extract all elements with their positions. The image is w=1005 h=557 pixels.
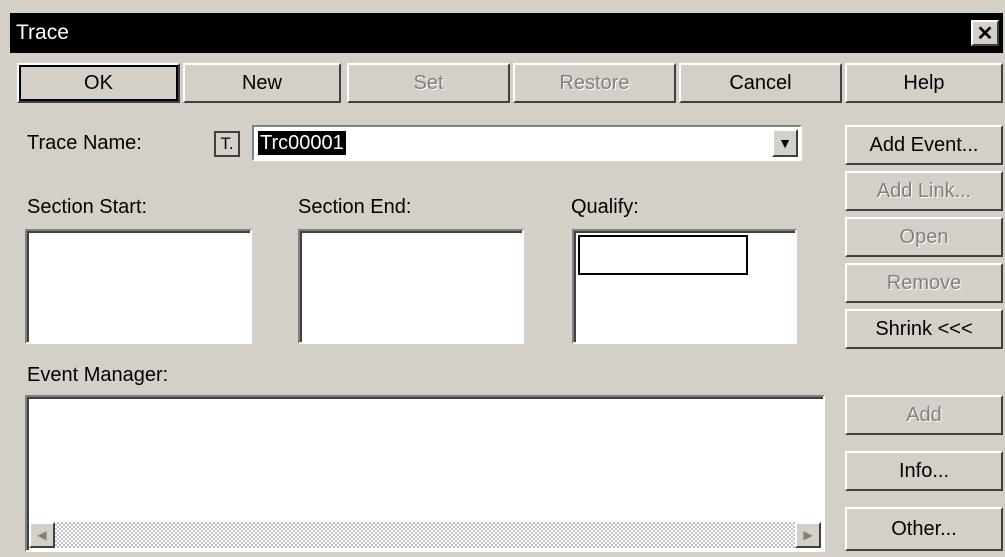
cancel-button[interactable]: Cancel <box>679 63 842 103</box>
open-button[interactable]: Open <box>845 217 1003 257</box>
help-button[interactable]: Help <box>845 63 1003 103</box>
add-button[interactable]: Add <box>845 395 1003 435</box>
section-end-list[interactable] <box>298 229 524 344</box>
qualify-list[interactable] <box>572 229 797 344</box>
event-manager-list[interactable]: ◀ ▶ <box>25 395 825 552</box>
chevron-down-icon[interactable]: ▼ <box>772 129 798 157</box>
restore-button[interactable]: Restore <box>513 63 676 103</box>
add-link-button[interactable]: Add Link... <box>845 171 1003 211</box>
qualify-entry-field[interactable] <box>578 235 748 275</box>
add-event-button[interactable]: Add Event... <box>845 125 1003 165</box>
info-button[interactable]: Info... <box>845 451 1003 491</box>
section-start-list[interactable] <box>25 229 252 344</box>
window-title: Trace <box>16 21 69 44</box>
trace-name-label: Trace Name: <box>27 132 142 154</box>
scroll-left-icon[interactable]: ◀ <box>29 522 55 548</box>
trace-name-combobox[interactable]: Trc00001 ▼ <box>252 125 802 161</box>
close-icon[interactable]: ✕ <box>971 20 999 46</box>
event-manager-label: Event Manager: <box>27 364 169 386</box>
set-button[interactable]: Set <box>347 63 510 103</box>
section-start-label: Section Start: <box>27 196 148 218</box>
remove-button[interactable]: Remove <box>845 263 1003 303</box>
horizontal-scrollbar[interactable]: ◀ ▶ <box>29 522 821 548</box>
ok-button[interactable]: OK <box>17 63 180 103</box>
qualify-label: Qualify: <box>571 196 639 218</box>
other-button[interactable]: Other... <box>845 507 1003 551</box>
section-end-label: Section End: <box>298 196 412 218</box>
trace-name-value[interactable]: Trc00001 <box>258 131 346 155</box>
new-button[interactable]: New <box>183 63 341 103</box>
shrink-button[interactable]: Shrink <<< <box>845 309 1003 349</box>
title-bar: Trace ✕ <box>10 13 1003 53</box>
trace-type-icon: T. <box>214 131 240 157</box>
scroll-right-icon[interactable]: ▶ <box>795 522 821 548</box>
